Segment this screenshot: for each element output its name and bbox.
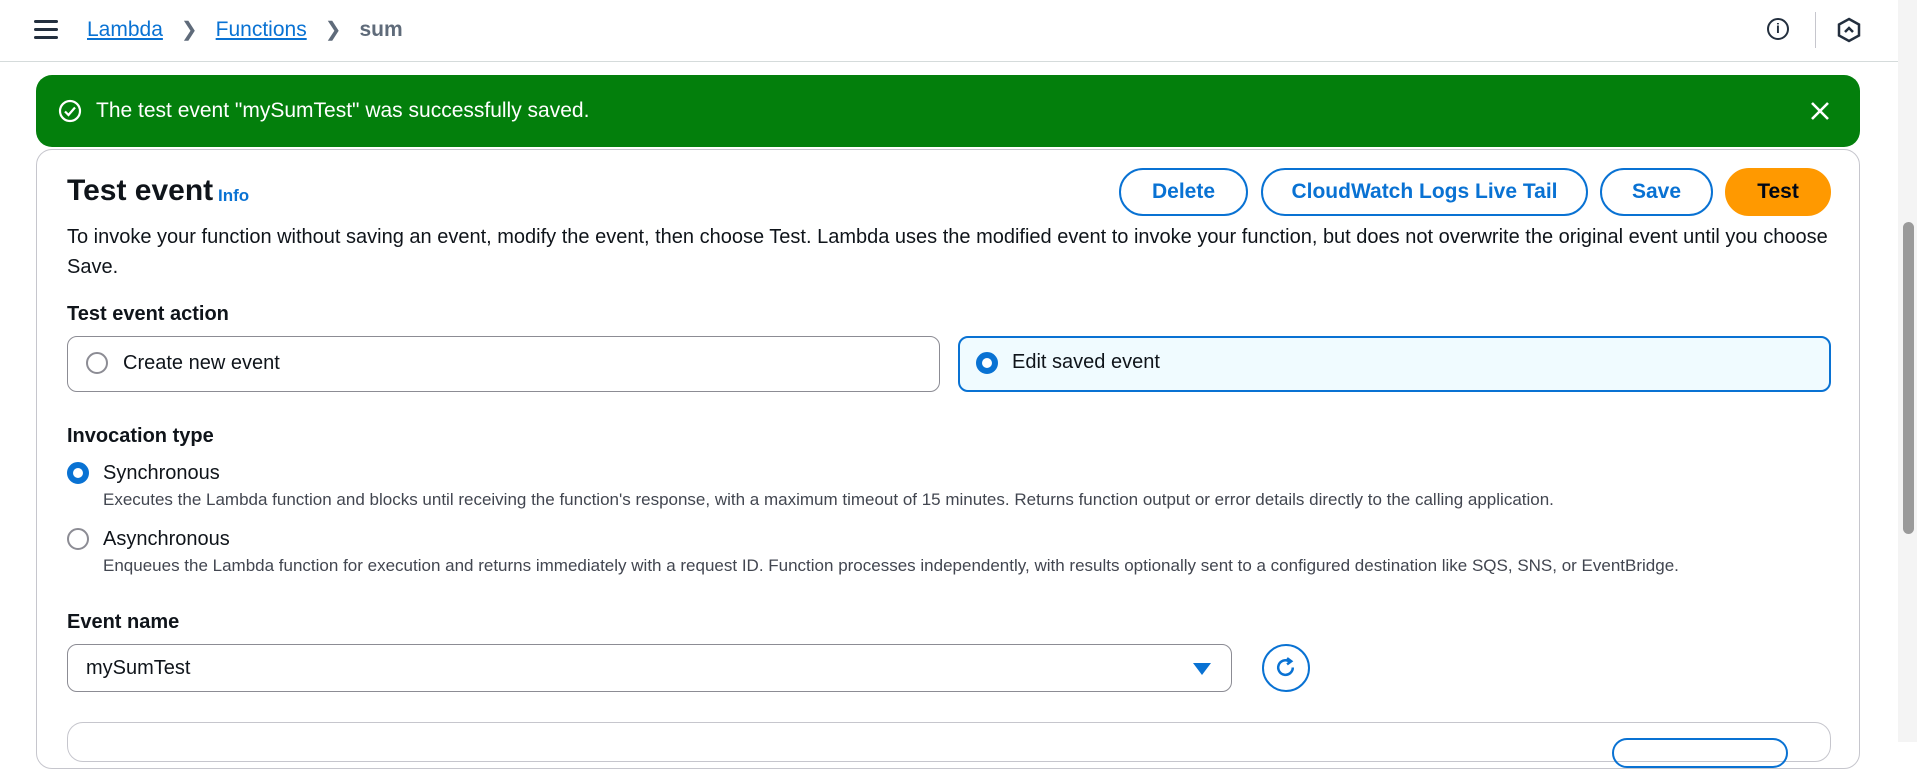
event-name-label: Event name — [67, 611, 180, 633]
synchronous-label[interactable]: Synchronous — [103, 462, 220, 485]
event-name-value: mySumTest — [86, 657, 191, 679]
info-icon[interactable]: i — [1767, 18, 1789, 40]
scrollbar-thumb[interactable] — [1903, 222, 1914, 534]
breadcrumb-functions[interactable]: Functions — [216, 18, 307, 42]
panel-title: Test event — [67, 174, 214, 207]
top-navigation-bar: Lambda ❯ Functions ❯ sum i — [0, 0, 1898, 62]
check-circle-icon — [58, 99, 82, 123]
delete-button[interactable]: Delete — [1119, 168, 1248, 216]
close-icon[interactable] — [1808, 99, 1832, 123]
create-new-event-label: Create new event — [123, 352, 280, 374]
chevron-right-icon: ❯ — [324, 19, 342, 41]
asynchronous-label[interactable]: Asynchronous — [103, 528, 230, 551]
chevron-right-icon: ❯ — [180, 19, 198, 41]
header-divider — [1815, 12, 1816, 48]
format-json-button[interactable] — [1612, 738, 1788, 768]
flash-message: The test event "mySumTest" was successfu… — [96, 99, 590, 122]
asynchronous-description: Enqueues the Lambda function for executi… — [103, 556, 1679, 575]
create-new-event-radio[interactable] — [86, 352, 108, 374]
hexagon-icon[interactable] — [1836, 17, 1862, 43]
edit-saved-event-tile[interactable]: Edit saved event — [958, 336, 1831, 392]
synchronous-description: Executes the Lambda function and blocks … — [103, 490, 1554, 509]
panel-description: To invoke your function without saving a… — [67, 226, 1828, 278]
breadcrumb-current: sum — [359, 17, 403, 41]
refresh-button[interactable] — [1262, 644, 1310, 692]
success-flashbar: The test event "mySumTest" was successfu… — [36, 75, 1860, 147]
event-name-select[interactable]: mySumTest — [67, 644, 1232, 692]
event-json-panel — [67, 722, 1831, 762]
edit-saved-event-label: Edit saved event — [1012, 351, 1160, 373]
save-button[interactable]: Save — [1600, 168, 1713, 216]
menu-icon[interactable] — [34, 20, 58, 40]
asynchronous-radio[interactable] — [67, 528, 89, 550]
synchronous-radio[interactable] — [67, 462, 89, 484]
test-button[interactable]: Test — [1725, 168, 1831, 216]
cloudwatch-live-tail-button[interactable]: CloudWatch Logs Live Tail — [1261, 168, 1588, 216]
test-event-action-label: Test event action — [67, 303, 229, 325]
breadcrumb: Lambda ❯ Functions ❯ sum — [87, 17, 403, 42]
info-link[interactable]: Info — [218, 186, 249, 206]
create-new-event-tile[interactable]: Create new event — [67, 336, 940, 392]
refresh-icon — [1276, 657, 1295, 677]
caret-down-icon — [1193, 663, 1211, 675]
invocation-type-label: Invocation type — [67, 425, 214, 447]
breadcrumb-lambda[interactable]: Lambda — [87, 18, 163, 42]
edit-saved-event-radio[interactable] — [976, 352, 998, 374]
